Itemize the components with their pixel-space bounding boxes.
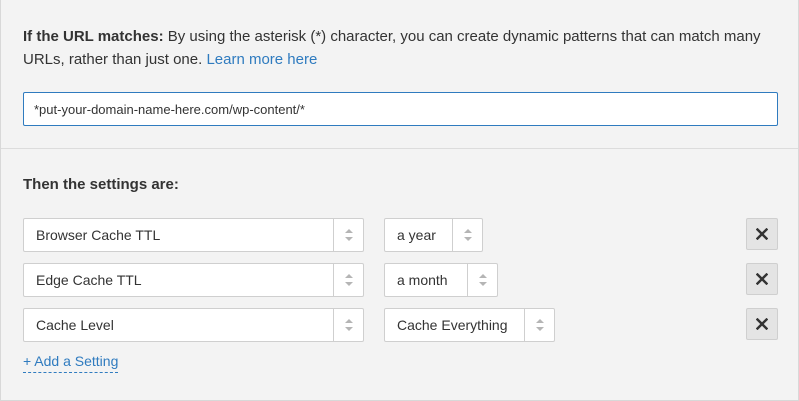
value-select-value: a year (397, 227, 436, 243)
setting-select-value: Cache Level (36, 317, 114, 333)
setting-select-2[interactable]: Edge Cache TTL (23, 263, 364, 297)
value-select-value: a month (397, 272, 448, 288)
add-setting-link[interactable]: + Add a Setting (23, 353, 119, 373)
sort-arrows-icon (467, 264, 497, 296)
settings-section: Then the settings are: Browser Cache TTL… (1, 149, 798, 400)
sort-arrows-icon (524, 309, 554, 341)
remove-setting-button-2[interactable] (746, 263, 778, 295)
value-select-value: Cache Everything (397, 317, 508, 333)
close-icon (756, 318, 768, 330)
url-match-label: If the URL matches: (23, 28, 164, 45)
sort-arrows-icon (452, 219, 482, 251)
close-icon (756, 273, 768, 285)
url-match-section: If the URL matches: By using the asteris… (1, 0, 798, 149)
learn-more-link[interactable]: Learn more here (206, 51, 317, 68)
page-rule-editor: If the URL matches: By using the asteris… (0, 0, 799, 401)
value-select-1[interactable]: a year (384, 218, 483, 252)
sort-arrows-icon (333, 309, 363, 341)
url-pattern-input[interactable] (23, 92, 778, 126)
setting-select-1[interactable]: Browser Cache TTL (23, 218, 364, 252)
setting-select-value: Edge Cache TTL (36, 272, 142, 288)
value-select-3[interactable]: Cache Everything (384, 308, 555, 342)
setting-select-3[interactable]: Cache Level (23, 308, 364, 342)
close-icon (756, 228, 768, 240)
value-select-2[interactable]: a month (384, 263, 498, 297)
sort-arrows-icon (333, 264, 363, 296)
remove-setting-button-3[interactable] (746, 308, 778, 340)
url-match-description: If the URL matches: By using the asteris… (23, 25, 763, 71)
remove-setting-button-1[interactable] (746, 218, 778, 250)
sort-arrows-icon (333, 219, 363, 251)
settings-heading: Then the settings are: (23, 176, 179, 193)
setting-select-value: Browser Cache TTL (36, 227, 161, 243)
